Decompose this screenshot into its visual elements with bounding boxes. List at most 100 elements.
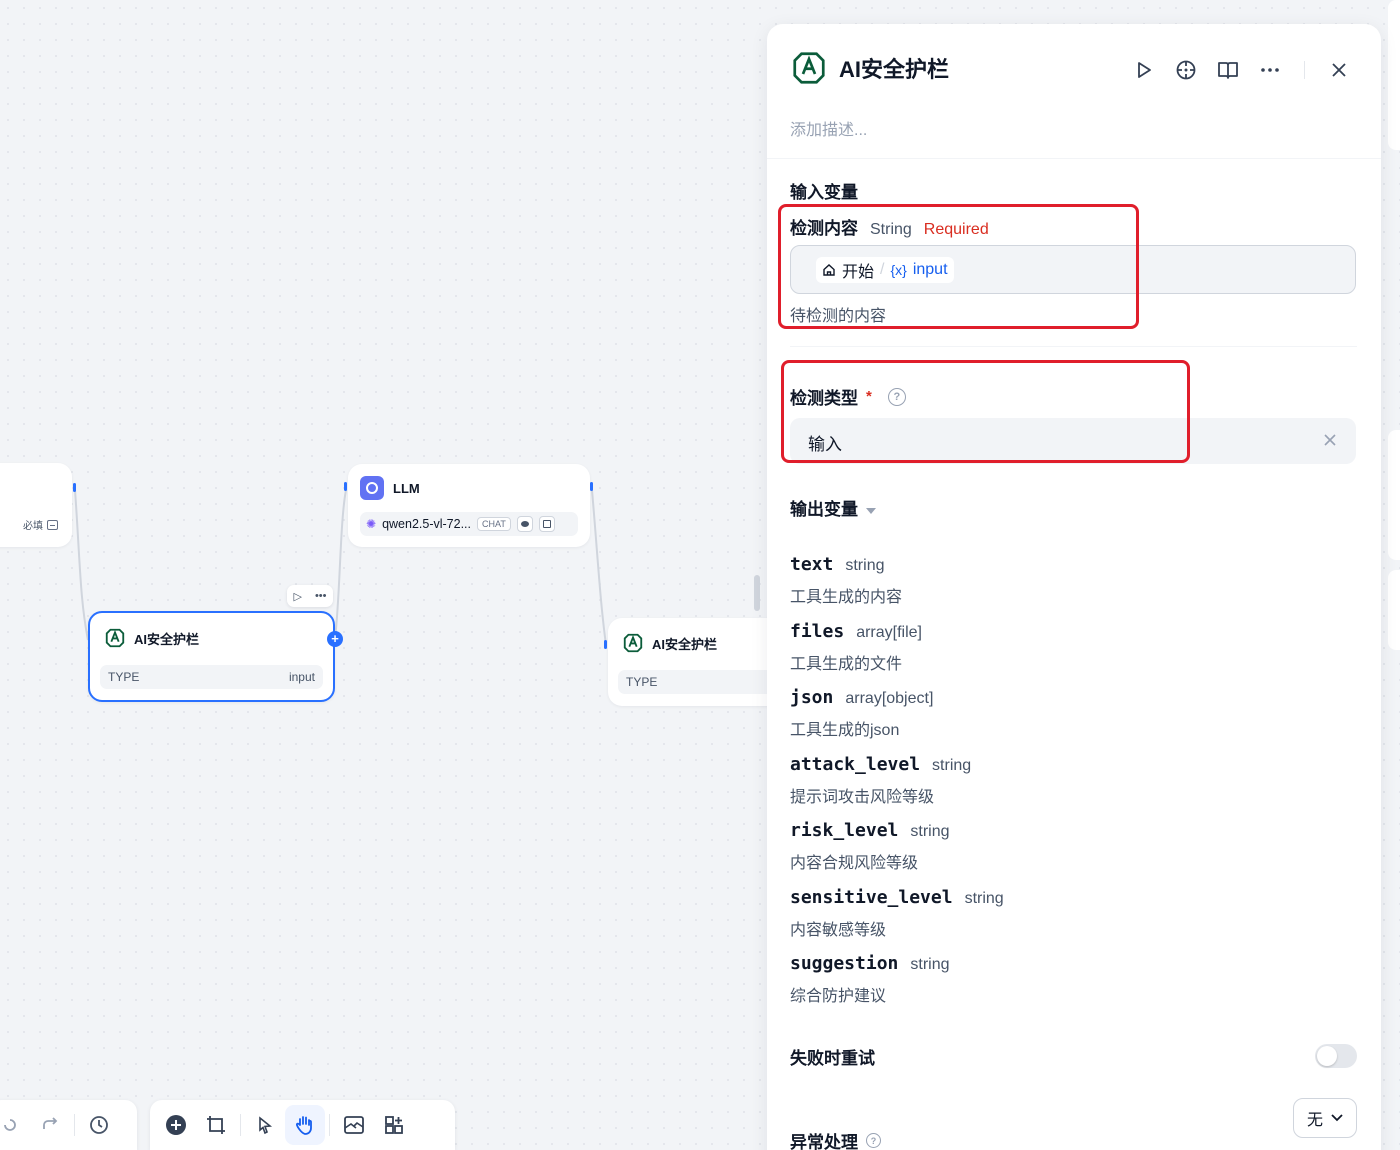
add-node-icon[interactable] (156, 1105, 196, 1145)
type-label: TYPE (626, 675, 658, 689)
output-type: string (910, 823, 950, 840)
edge-panel (1388, 430, 1400, 560)
type-row: TYPE (618, 670, 780, 694)
variable-name: input (912, 261, 948, 278)
add-note-icon[interactable] (196, 1105, 236, 1145)
vision-icon (516, 516, 533, 532)
divider (329, 1114, 330, 1136)
variable-icon: {x} (890, 262, 907, 278)
output-description: 提示词攻击风险等级 (790, 788, 935, 806)
required-label: Required (923, 221, 989, 238)
node-title: AI安全护栏 (652, 636, 718, 652)
guard-icon (105, 628, 125, 648)
export-image-icon[interactable] (334, 1105, 374, 1145)
detect-type-select[interactable]: 输入 (790, 418, 1356, 464)
target-icon[interactable] (1172, 56, 1200, 84)
edge-left-to-guard (74, 489, 89, 641)
output-section-title[interactable]: 输出变量 (790, 495, 876, 520)
output-variable: text string 工具生成的内容 (790, 554, 902, 607)
detect-type-label: 检测类型 * ? (790, 384, 906, 409)
source-node-name: 开始 (842, 264, 875, 281)
output-header: text string (790, 554, 902, 575)
close-icon[interactable] (1325, 56, 1353, 84)
run-node-icon[interactable]: ▷ (293, 590, 301, 603)
hand-icon[interactable] (285, 1105, 325, 1145)
output-description: 内容合规风险等级 (790, 855, 919, 872)
model-name: qwen2.5-vl-72... (382, 517, 471, 531)
docs-icon[interactable] (1214, 56, 1242, 84)
output-name: risk_level (790, 820, 899, 841)
caret-down-icon (866, 507, 876, 514)
output-variable: suggestion string 综合防护建议 (790, 953, 950, 1006)
input-section-title: 输入变量 (790, 183, 858, 202)
input-port[interactable] (604, 640, 607, 649)
redo-icon[interactable] (30, 1105, 70, 1145)
guard-icon (623, 633, 643, 653)
pointer-icon[interactable] (245, 1105, 285, 1145)
variable-reference-chip[interactable]: 开始 / {x} input (816, 257, 954, 283)
retry-toggle[interactable] (1315, 1044, 1357, 1068)
description-input[interactable]: 添加描述... (790, 116, 867, 140)
history-toolbar (0, 1100, 137, 1150)
error-handling-select[interactable]: 无 (1293, 1098, 1357, 1138)
help-icon[interactable]: ? (866, 1133, 881, 1148)
field-name: 异常处理 (790, 1133, 858, 1150)
home-icon (823, 264, 835, 276)
undo-icon[interactable] (0, 1105, 30, 1145)
llm-icon (360, 476, 384, 500)
run-icon[interactable] (1130, 56, 1158, 84)
more-icon[interactable]: ••• (315, 590, 327, 602)
node-start-partial[interactable]: 必填 (0, 463, 72, 547)
output-header: suggestion string (790, 953, 950, 974)
node-ai-guard-selected[interactable]: AI安全护栏 TYPE input + (88, 611, 343, 702)
edge-panel (1388, 570, 1400, 650)
type-row: TYPE input (100, 665, 323, 689)
output-header: files array[file] (790, 621, 922, 642)
divider (1304, 61, 1305, 79)
edge-panel (1388, 0, 1400, 150)
add-next-node-button[interactable]: + (327, 631, 343, 647)
organize-icon[interactable] (374, 1105, 414, 1145)
output-header: sensitive_level string (790, 887, 1004, 908)
output-name: json (790, 687, 834, 708)
panel-actions (1130, 56, 1353, 84)
edge-llm-to-guard2 (591, 489, 607, 646)
output-description: 内容敏感等级 (790, 921, 887, 939)
output-port[interactable] (590, 482, 593, 491)
history-icon[interactable] (79, 1105, 119, 1145)
node-title: AI安全护栏 (134, 631, 200, 647)
node-ai-guard-2[interactable]: AI安全护栏 TYPE (608, 618, 780, 706)
node-title: LLM (393, 480, 420, 496)
detect-content-input[interactable]: 开始 / {x} input (790, 245, 1356, 294)
output-name: attack_level (790, 753, 921, 775)
output-variable: attack_level string 提示词攻击风险等级 (790, 754, 971, 807)
output-name: text (790, 554, 834, 575)
more-icon[interactable] (1256, 56, 1284, 84)
input-port[interactable] (344, 482, 347, 491)
node-llm[interactable]: LLM ✺ qwen2.5-vl-72... CHAT (348, 464, 590, 547)
output-type: string (932, 756, 972, 774)
node-config-panel: AI安全护栏 添加描述... 输入变量 检测内容 String Required… (767, 24, 1381, 1150)
section-label: 输出变量 (790, 500, 858, 519)
help-icon[interactable]: ? (887, 387, 906, 406)
output-port[interactable] (73, 483, 76, 492)
node-action-bar: ▷ ••• (287, 585, 333, 607)
mode-tag: CHAT (477, 517, 511, 531)
workflow-canvas[interactable]: 必填 LLM ✺ qwen2.5-vl-72... CHAT ▷ ••• AI安… (0, 0, 780, 1150)
required-mark: * (866, 388, 872, 405)
edge-guard-to-llm (334, 489, 347, 639)
output-description: 工具生成的内容 (790, 589, 903, 606)
settings-icon (538, 516, 555, 532)
output-type: string (964, 889, 1004, 907)
divider (240, 1114, 241, 1136)
retry-label: 失败时重试 (790, 1049, 875, 1068)
output-type: string (845, 557, 885, 574)
clear-icon[interactable] (1320, 430, 1340, 450)
output-variable: files array[file] 工具生成的文件 (790, 621, 922, 674)
select-value: 无 (1306, 1112, 1323, 1129)
panel-title[interactable]: AI安全护栏 (839, 52, 949, 84)
panel-resize-handle[interactable] (754, 575, 760, 611)
separator: / (880, 261, 885, 278)
type-value: input (288, 670, 315, 684)
model-selector[interactable]: ✺ qwen2.5-vl-72... CHAT (360, 512, 578, 536)
